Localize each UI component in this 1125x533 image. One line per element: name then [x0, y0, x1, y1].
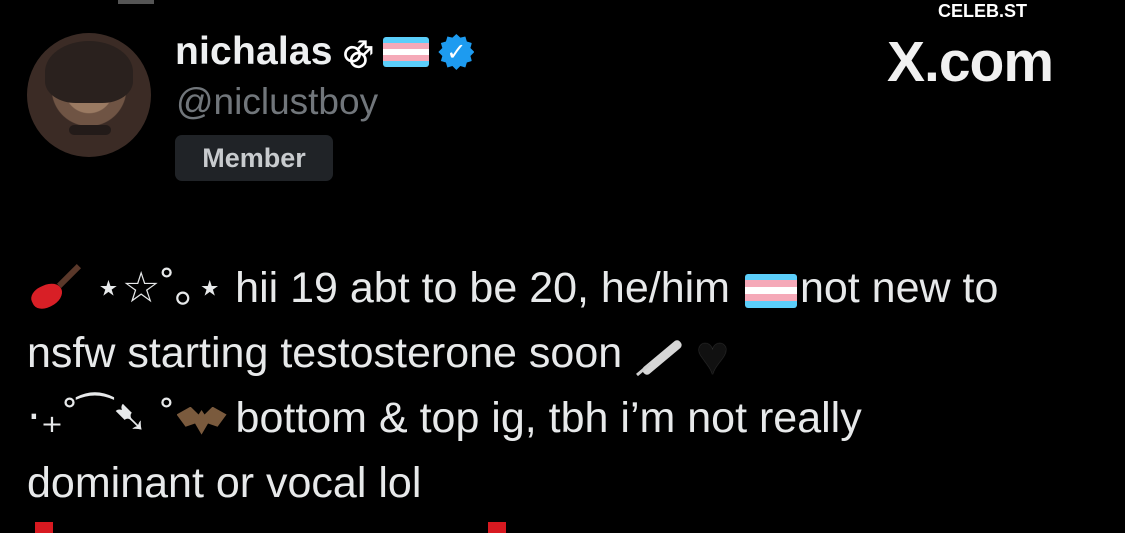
member-badge: Member	[175, 135, 333, 181]
bio-line-1-text: ⋆☆˚｡⋆ hii 19 abt to be 20, he/him	[95, 264, 730, 312]
trans-flag-icon	[744, 273, 797, 308]
trans-flag-icon	[383, 37, 430, 67]
bio-line-3: ‧₊˚⁀➷ ˚ bottom & top ig, tbh i’m not real…	[27, 386, 1102, 451]
profile-bio: ⋆☆˚｡⋆ hii 19 abt to be 20, he/him not ne…	[27, 256, 1102, 516]
bio-line-1-suffix: not new to	[799, 264, 999, 312]
black-heart-icon: ♥	[696, 324, 729, 387]
bat-icon	[175, 397, 231, 445]
electric-guitar-icon	[27, 267, 85, 315]
bio-line-4-text: dominant or vocal lol	[27, 459, 422, 507]
syringe-icon	[630, 331, 688, 381]
bio-line-2-text: nsfw starting testosterone soon	[27, 329, 623, 377]
verified-badge-icon: ✓	[438, 34, 475, 70]
profile-name-row: nichalas ⚣ ✓	[175, 26, 475, 78]
brand-logo: X.com	[887, 30, 1054, 94]
profile-handle[interactable]: @niclustboy	[176, 81, 378, 123]
display-name: nichalas	[175, 30, 333, 73]
bio-line-4: dominant or vocal lol	[27, 451, 1102, 516]
bio-line-3-text: bottom & top ig, tbh i’m not really	[235, 394, 862, 442]
bio-line-3-prefix: ‧₊˚⁀➷ ˚	[27, 394, 175, 442]
profile-avatar[interactable]	[27, 33, 151, 157]
cropped-red-emoji	[488, 522, 506, 533]
cropped-red-emoji	[35, 522, 53, 533]
gender-symbol-icon: ⚣	[341, 35, 375, 69]
bio-line-2: nsfw starting testosterone soon ♥	[27, 321, 1102, 386]
watermark-label: CELEB.ST	[938, 1, 1028, 21]
top-cropped-element	[118, 0, 154, 4]
bio-line-1: ⋆☆˚｡⋆ hii 19 abt to be 20, he/him not ne…	[27, 256, 1102, 321]
